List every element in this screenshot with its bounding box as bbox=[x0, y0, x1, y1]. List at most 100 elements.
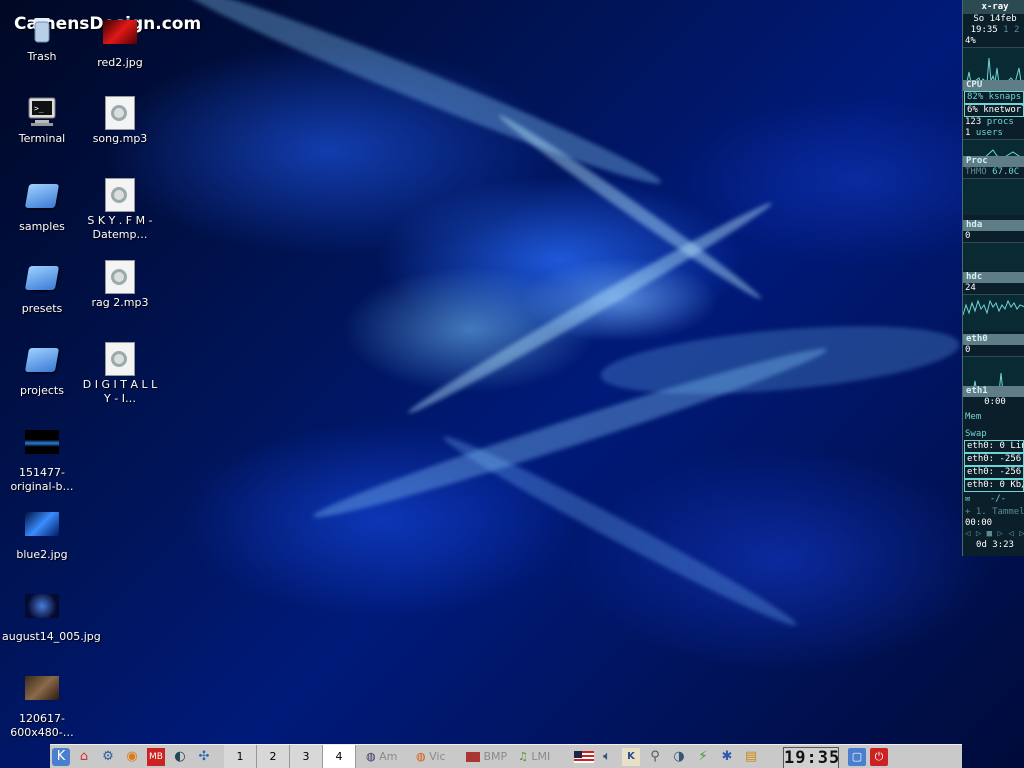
us-flag-icon[interactable] bbox=[574, 751, 594, 763]
eth0-header: eth0 bbox=[963, 334, 1024, 345]
audio-file-icon bbox=[103, 96, 137, 130]
globe-icon: ◍ bbox=[366, 750, 376, 763]
desktop-switch-1[interactable]: 1 bbox=[224, 745, 257, 768]
desktop-icon-presets[interactable]: presets bbox=[2, 260, 82, 316]
desktop-icon-red2[interactable]: red2.jpg bbox=[80, 14, 160, 70]
mail-icon: ✉ bbox=[965, 494, 971, 504]
trash-icon bbox=[25, 14, 59, 48]
desktop-icon-trash[interactable]: Trash bbox=[2, 14, 82, 64]
hda-graph bbox=[963, 242, 1024, 271]
desktop-icon-august14[interactable]: august14_005.jpg bbox=[2, 588, 101, 644]
folder-icon bbox=[24, 184, 60, 218]
mem-label: Mem bbox=[965, 412, 982, 422]
desktop-icon-projects[interactable]: projects bbox=[2, 342, 82, 398]
net-line-1: eth0: 0 Linl bbox=[964, 440, 1024, 453]
desktop-icon-label: rag 2.mp3 bbox=[91, 296, 149, 309]
settings-icon[interactable]: ⚙ bbox=[99, 748, 117, 766]
eth0-value: 0 bbox=[965, 345, 971, 355]
net-line-4: eth0: 0 Kb/ bbox=[964, 479, 1024, 492]
bluetooth-icon[interactable]: ✱ bbox=[718, 748, 736, 766]
image-thumbnail bbox=[25, 430, 59, 464]
desktop-icon-terminal[interactable]: >_ Terminal bbox=[2, 96, 82, 146]
mail-row[interactable]: ✉ -/- bbox=[963, 494, 1024, 505]
temp-value: 67.0C bbox=[992, 167, 1020, 177]
audio-file-icon bbox=[103, 260, 137, 294]
desktop-icon-label: Trash bbox=[27, 50, 57, 63]
folder-tray-icon[interactable]: ▤ bbox=[742, 748, 760, 766]
player-time: 00:00 bbox=[965, 518, 993, 528]
logout-icon[interactable]: ⏻ bbox=[870, 748, 888, 766]
desktop-icon-label: song.mp3 bbox=[92, 132, 148, 145]
procs-count: 123 bbox=[965, 117, 982, 127]
desktop-icon-rag2[interactable]: rag 2.mp3 bbox=[80, 260, 160, 310]
system-monitor-panel: x-ray So 14feb 19:35 1 2 4% CPU 82% ksna… bbox=[962, 0, 1024, 556]
users-count: 1 bbox=[965, 128, 971, 138]
player-track: + 1. Tammel bbox=[965, 507, 1024, 517]
desktop-icon-samples[interactable]: samples bbox=[2, 178, 82, 234]
network-tray-icon[interactable]: ◑ bbox=[670, 748, 688, 766]
battery-icon[interactable]: ⚡ bbox=[694, 748, 712, 766]
desktop-switch-4[interactable]: 4 bbox=[323, 745, 356, 768]
desktop-icon-120617[interactable]: 120617-600x480-… bbox=[2, 670, 82, 740]
terminal-icon: >_ bbox=[25, 96, 59, 130]
lock-icon[interactable]: ▢ bbox=[848, 748, 866, 766]
monitor-date: So 14feb bbox=[973, 14, 1017, 24]
desktop-icon-blue2[interactable]: blue2.jpg bbox=[2, 506, 82, 562]
users-row: 1 users bbox=[963, 128, 1024, 139]
network-icon[interactable]: ✣ bbox=[195, 748, 213, 766]
desktop-icon-label: red2.jpg bbox=[97, 56, 143, 69]
mail-value: -/- bbox=[989, 494, 1007, 504]
task-label: LMI bbox=[531, 750, 551, 763]
cpu-header: CPU bbox=[963, 80, 1024, 91]
klipper-icon[interactable]: K bbox=[622, 748, 640, 766]
audio-file-icon bbox=[103, 342, 137, 376]
desktop-icon-label: august14_005.jpg bbox=[2, 630, 101, 643]
task-label: Vic bbox=[429, 750, 446, 763]
uptime: 0d 3:23 bbox=[976, 540, 1014, 550]
desktop-icon-label: samples bbox=[19, 220, 65, 233]
home-icon[interactable]: ⌂ bbox=[75, 748, 93, 766]
net-line-2: eth0: -256 I bbox=[964, 453, 1024, 466]
monitor-load: 4% bbox=[965, 36, 976, 46]
desktop-icon-label: D I G I T A L L Y - I… bbox=[82, 378, 158, 405]
kde-menu-icon[interactable]: K bbox=[52, 748, 70, 766]
desktop-icon-label: S K Y . F M - Datemp… bbox=[87, 214, 153, 241]
desktop-icon-label: presets bbox=[21, 302, 63, 315]
task-bmp[interactable]: BMP bbox=[466, 748, 516, 766]
hdc-header: hdc bbox=[963, 272, 1024, 283]
hda-header: hda bbox=[963, 220, 1024, 231]
desktop-switch-3[interactable]: 3 bbox=[290, 745, 323, 768]
desktop-icon-label: blue2.jpg bbox=[16, 548, 68, 561]
proc-graph bbox=[963, 178, 1024, 215]
monitor-time: 19:35 bbox=[970, 25, 998, 35]
desktop-icon-label: Terminal bbox=[18, 132, 66, 145]
desktop-icon-label: 151477-original-b… bbox=[10, 466, 74, 493]
desktop-icon-151477[interactable]: 151477-original-b… bbox=[2, 424, 82, 494]
audio-file-icon bbox=[103, 178, 137, 212]
proc-header: Proc bbox=[963, 156, 1024, 167]
folder-icon bbox=[24, 348, 60, 382]
speaker-icon[interactable]: 🔈︎ bbox=[598, 748, 616, 766]
desktop-icon-skyfm[interactable]: S K Y . F M - Datemp… bbox=[80, 178, 160, 242]
desktop-icon-song[interactable]: song.mp3 bbox=[80, 96, 160, 146]
player-controls[interactable]: ◁ ▷ ■ ▷ ◁ ▷ bbox=[963, 529, 1024, 540]
image-thumbnail bbox=[103, 20, 137, 54]
taskbar: K ⌂ ⚙ ◉ MB ◐ ✣ 1 2 3 4 ◍ Am ◍ Vic BMP ♫ … bbox=[50, 744, 962, 768]
browser-icon[interactable]: ◐ bbox=[171, 748, 189, 766]
image-thumbnail bbox=[25, 512, 59, 546]
users-label: users bbox=[975, 128, 1003, 138]
task-label: BMP bbox=[483, 750, 508, 763]
task-lmi[interactable]: ♫ LMI bbox=[518, 748, 562, 766]
desktop-icon-digitally[interactable]: D I G I T A L L Y - I… bbox=[80, 342, 160, 406]
taskbar-clock[interactable]: 19:35 bbox=[783, 747, 839, 768]
task-vic[interactable]: ◍ Vic bbox=[416, 748, 464, 766]
desktop-switch-2[interactable]: 2 bbox=[257, 745, 290, 768]
eth1-value: 0:00 bbox=[984, 397, 1006, 407]
task-am[interactable]: ◍ Am bbox=[366, 748, 414, 766]
blender-icon[interactable]: ◉ bbox=[123, 748, 141, 766]
firefox-icon: ◍ bbox=[416, 750, 426, 763]
procs-label: procs bbox=[986, 117, 1014, 127]
usb-icon[interactable]: ⚲ bbox=[646, 748, 664, 766]
mb-icon[interactable]: MB bbox=[147, 748, 165, 766]
svg-text:>_: >_ bbox=[34, 104, 44, 113]
